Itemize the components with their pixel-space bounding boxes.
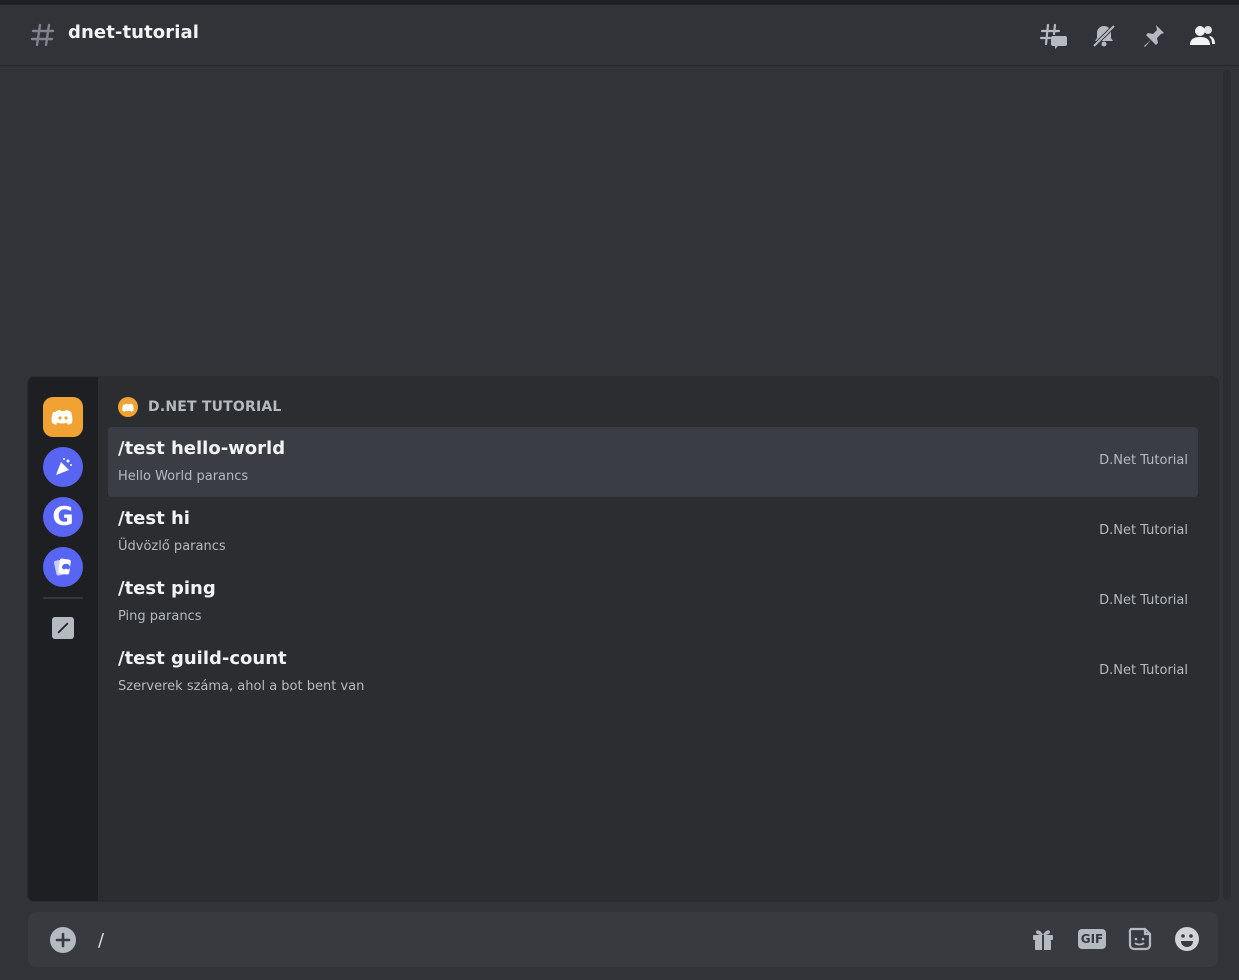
- pin-icon[interactable]: [1138, 21, 1168, 51]
- command-source: D.Net Tutorial: [1099, 523, 1188, 538]
- command-item-hi[interactable]: /test hi Üdvözlő parancs D.Net Tutorial: [108, 497, 1198, 567]
- command-name: /test hi: [118, 508, 190, 529]
- members-icon[interactable]: [1187, 21, 1217, 51]
- command-item-guild-count[interactable]: /test guild-count Szerverek száma, ahol …: [108, 637, 1198, 707]
- gift-icon[interactable]: [1028, 924, 1058, 954]
- notifications-muted-icon[interactable]: [1089, 21, 1119, 51]
- section-title: D.NET TUTORIAL: [148, 399, 282, 415]
- gif-icon[interactable]: GIF: [1077, 924, 1107, 954]
- party-app-icon[interactable]: [43, 447, 83, 487]
- gif-label: GIF: [1077, 929, 1107, 949]
- command-source: D.Net Tutorial: [1099, 593, 1188, 608]
- command-item-hello-world[interactable]: /test hello-world Hello World parancs D.…: [108, 427, 1198, 497]
- channel-name: dnet-tutorial: [68, 22, 200, 43]
- command-description: Hello World parancs: [118, 469, 249, 484]
- message-scrollbar[interactable]: [1223, 70, 1231, 900]
- google-app-icon[interactable]: G: [43, 497, 83, 537]
- rail-divider: [43, 597, 83, 599]
- cards-app-icon[interactable]: [43, 547, 83, 587]
- sticker-icon[interactable]: [1125, 924, 1155, 954]
- message-input[interactable]: [98, 922, 998, 958]
- message-composer: GIF: [28, 912, 1218, 967]
- section-app-icon: [118, 397, 138, 417]
- emoji-icon[interactable]: [1172, 924, 1202, 954]
- threads-icon[interactable]: [1038, 21, 1068, 51]
- channel-hash-icon: [30, 22, 56, 48]
- edit-icon[interactable]: [52, 617, 74, 639]
- command-item-ping[interactable]: /test ping Ping parancs D.Net Tutorial: [108, 567, 1198, 637]
- command-description: Üdvözlő parancs: [118, 539, 226, 554]
- command-description: Szerverek száma, ahol a bot bent van: [118, 679, 365, 694]
- command-name: /test guild-count: [118, 648, 287, 669]
- command-description: Ping parancs: [118, 609, 202, 624]
- channel-header: dnet-tutorial: [0, 5, 1239, 66]
- command-name: /test hello-world: [118, 438, 286, 459]
- command-source: D.Net Tutorial: [1099, 663, 1188, 678]
- slash-command-popup: G D.NET TUTORIAL /test hello-world Hello…: [28, 377, 1218, 901]
- discord-app-icon[interactable]: [43, 397, 83, 437]
- app-rail: G: [28, 377, 98, 901]
- command-section-header: D.NET TUTORIAL: [118, 397, 282, 417]
- command-source: D.Net Tutorial: [1099, 453, 1188, 468]
- attach-plus-button[interactable]: [50, 927, 76, 953]
- command-name: /test ping: [118, 578, 216, 599]
